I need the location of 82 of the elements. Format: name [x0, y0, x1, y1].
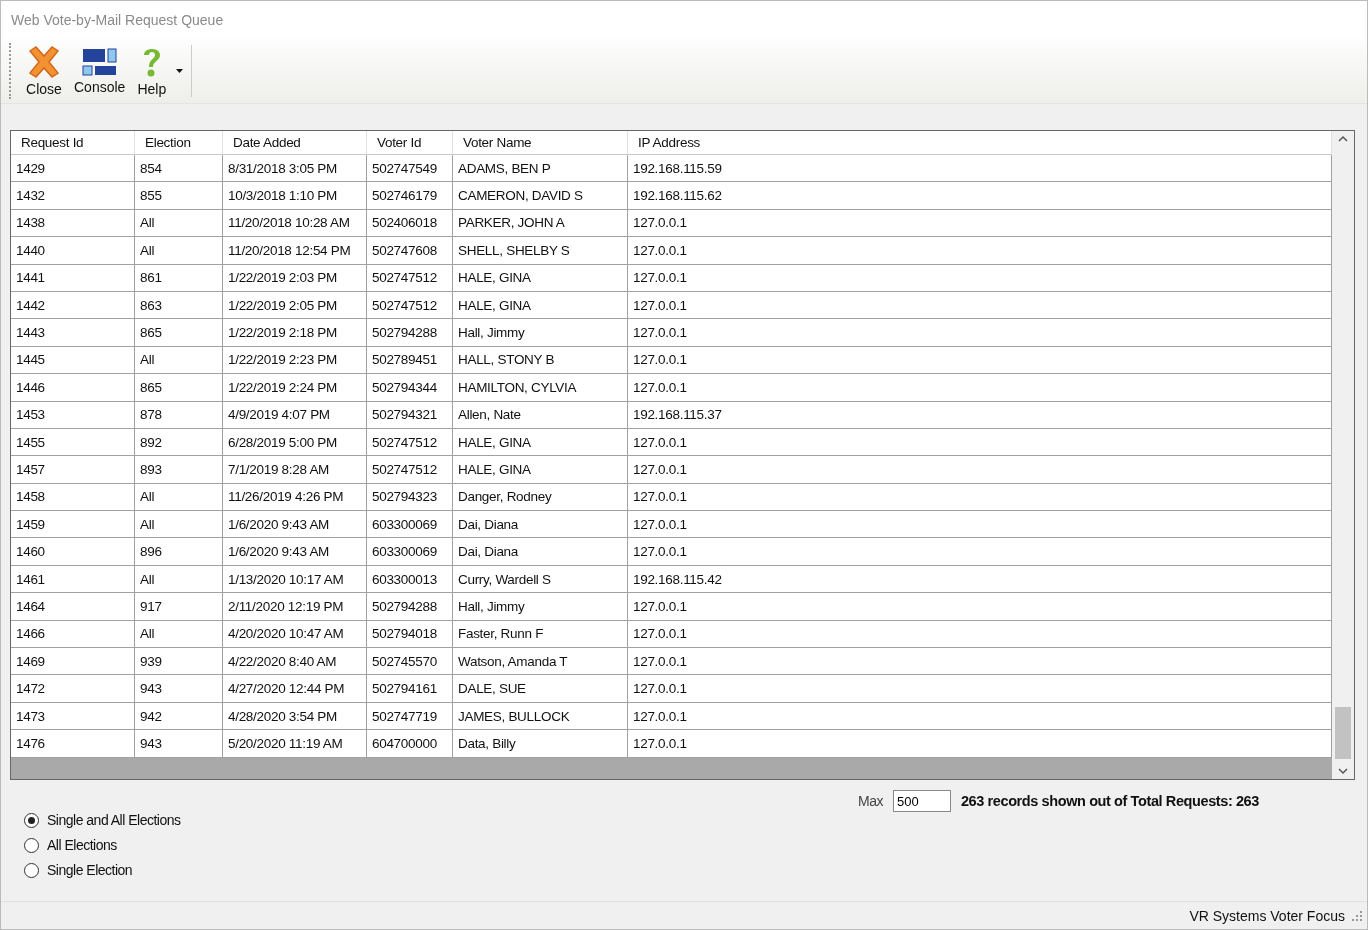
table-cell: 502794288 — [367, 319, 453, 347]
table-cell: Hall, Jimmy — [453, 593, 628, 621]
table-cell: 127.0.0.1 — [628, 675, 1332, 703]
close-button[interactable]: Close — [20, 39, 68, 103]
table-cell: 1464 — [11, 593, 135, 621]
table-cell: 1/22/2019 2:03 PM — [223, 264, 367, 292]
table-cell: 878 — [135, 401, 223, 429]
table-cell: 943 — [135, 730, 223, 758]
table-cell: Hall, Jimmy — [453, 319, 628, 347]
table-cell: 1460 — [11, 538, 135, 566]
table-cell: 7/1/2019 8:28 AM — [223, 456, 367, 484]
resize-grip-icon — [1351, 909, 1363, 922]
table-cell: HALE, GINA — [453, 456, 628, 484]
console-icon — [81, 47, 118, 77]
table-cell: 1472 — [11, 675, 135, 703]
table-cell: 10/3/2018 1:10 PM — [223, 182, 367, 210]
table-cell: 1457 — [11, 456, 135, 484]
table-cell: Data, Billy — [453, 730, 628, 758]
console-button[interactable]: Console — [68, 39, 132, 103]
table-cell: 127.0.0.1 — [628, 538, 1332, 566]
scrollbar[interactable] — [1332, 131, 1354, 779]
table-cell: Dai, Diana — [453, 538, 628, 566]
table-cell: 5/20/2020 11:19 AM — [223, 730, 367, 758]
table-cell: 502747512 — [367, 456, 453, 484]
table-cell: 917 — [135, 593, 223, 621]
table-cell: 4/27/2020 12:44 PM — [223, 675, 367, 703]
table-cell: 192.168.115.62 — [628, 182, 1332, 210]
records-summary: 263 records shown out of Total Requests: 263 — [960, 793, 1259, 809]
table-cell: 1443 — [11, 319, 135, 347]
close-icon — [26, 45, 62, 79]
table-cell: 4/9/2019 4:07 PM — [223, 401, 367, 429]
table-cell: 502747608 — [367, 237, 453, 265]
table-cell: 896 — [135, 538, 223, 566]
table-cell: 1441 — [11, 264, 135, 292]
table-cell: 127.0.0.1 — [628, 319, 1332, 347]
status-text: VR Systems Voter Focus — [1189, 907, 1345, 924]
table-cell: 1/22/2019 2:18 PM — [223, 319, 367, 347]
table-cell: 502746179 — [367, 182, 453, 210]
table-cell: 604700000 — [367, 730, 453, 758]
table-cell: HALE, GINA — [453, 264, 628, 292]
table-cell: 11/20/2018 12:54 PM — [223, 237, 367, 265]
table-cell: All — [135, 237, 223, 265]
table-cell: 865 — [135, 374, 223, 402]
help-button[interactable]: Help — [131, 39, 173, 103]
table-cell: 127.0.0.1 — [628, 593, 1332, 621]
table-cell: 1476 — [11, 730, 135, 758]
table-cell: 127.0.0.1 — [628, 374, 1332, 402]
table-cell: 192.168.115.37 — [628, 401, 1332, 429]
table-cell: 1446 — [11, 374, 135, 402]
table-cell: 127.0.0.1 — [628, 237, 1332, 265]
table-cell: 1/6/2020 9:43 AM — [223, 538, 367, 566]
table-cell: HAMILTON, CYLVIA — [453, 374, 628, 402]
table-cell: 861 — [135, 264, 223, 292]
table-cell: 502794288 — [367, 593, 453, 621]
table-cell: 127.0.0.1 — [628, 730, 1332, 758]
scroll-thumb[interactable] — [1335, 707, 1351, 759]
table-cell: 893 — [135, 456, 223, 484]
window-title: Web Vote-by-Mail Request Queue — [1, 1, 1367, 39]
table-cell: 2/11/2020 12:19 PM — [223, 593, 367, 621]
table-cell: 855 — [135, 182, 223, 210]
table-cell: 1440 — [11, 237, 135, 265]
table-cell: 943 — [135, 675, 223, 703]
max-field[interactable]: 500 — [892, 790, 951, 812]
table-cell: 1432 — [11, 182, 135, 210]
table-cell: Allen, Nate — [453, 401, 628, 429]
table-cell: 502747512 — [367, 264, 453, 292]
table-cell: SHELL, SHELBY S — [453, 237, 628, 265]
radio-button[interactable]: Single and All Elections — [24, 812, 181, 828]
table-cell: 502794161 — [367, 675, 453, 703]
table-cell: 127.0.0.1 — [628, 264, 1332, 292]
radio-button[interactable]: All Elections — [24, 837, 117, 853]
table-cell: CAMERON, DAVID S — [453, 182, 628, 210]
max-label: Max — [858, 793, 883, 809]
table-cell: 1/22/2019 2:24 PM — [223, 374, 367, 402]
table-cell: DALE, SUE — [453, 675, 628, 703]
radio-button[interactable]: Single Election — [24, 862, 133, 878]
table-cell: 603300069 — [367, 538, 453, 566]
table-cell: 1453 — [11, 401, 135, 429]
table-cell: 127.0.0.1 — [628, 456, 1332, 484]
table-cell: 502794321 — [367, 401, 453, 429]
table-cell: 502794344 — [367, 374, 453, 402]
table-cell: 865 — [135, 319, 223, 347]
